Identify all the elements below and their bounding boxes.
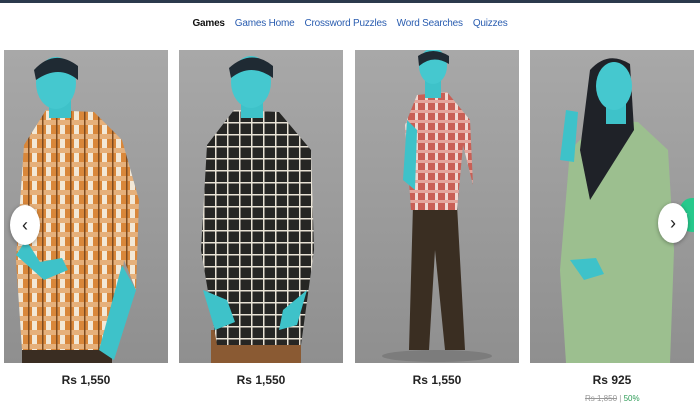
man-red-check-shirt-image <box>382 50 492 362</box>
product-price: Rs 1,550 <box>412 373 462 387</box>
carousel-next-button[interactable]: › <box>658 203 688 243</box>
chevron-right-icon: › <box>670 212 676 233</box>
product-card[interactable]: Rs 1,550 <box>179 50 343 387</box>
nav-games[interactable]: Games <box>192 18 225 29</box>
product-price: Rs 1,550 <box>236 373 286 387</box>
strikethrough-price: Rs 1,850 <box>585 394 618 403</box>
discount-badge: 50% <box>623 394 640 403</box>
product-card[interactable]: Rs 1,550 <box>355 50 519 387</box>
nav-crossword-puzzles[interactable]: Crossword Puzzles <box>304 18 386 29</box>
product-price: Rs 925 <box>592 373 632 387</box>
man-black-check-shirt-image <box>201 56 314 363</box>
nav-quizzes[interactable]: Quizzes <box>473 18 508 29</box>
product-image[interactable] <box>179 50 343 363</box>
carousel-prev-button[interactable]: ‹ <box>10 205 40 245</box>
nav-games-home[interactable]: Games Home <box>235 18 295 29</box>
product-price: Rs 1,550 <box>61 373 111 387</box>
chevron-left-icon: ‹ <box>22 214 28 235</box>
nav-word-searches[interactable]: Word Searches <box>397 18 463 29</box>
original-price: Rs 1,850 | 50% <box>585 394 640 403</box>
top-bar <box>0 0 700 3</box>
games-nav: Games Games Home Crossword Puzzles Word … <box>0 15 700 31</box>
product-image[interactable] <box>355 50 519 363</box>
